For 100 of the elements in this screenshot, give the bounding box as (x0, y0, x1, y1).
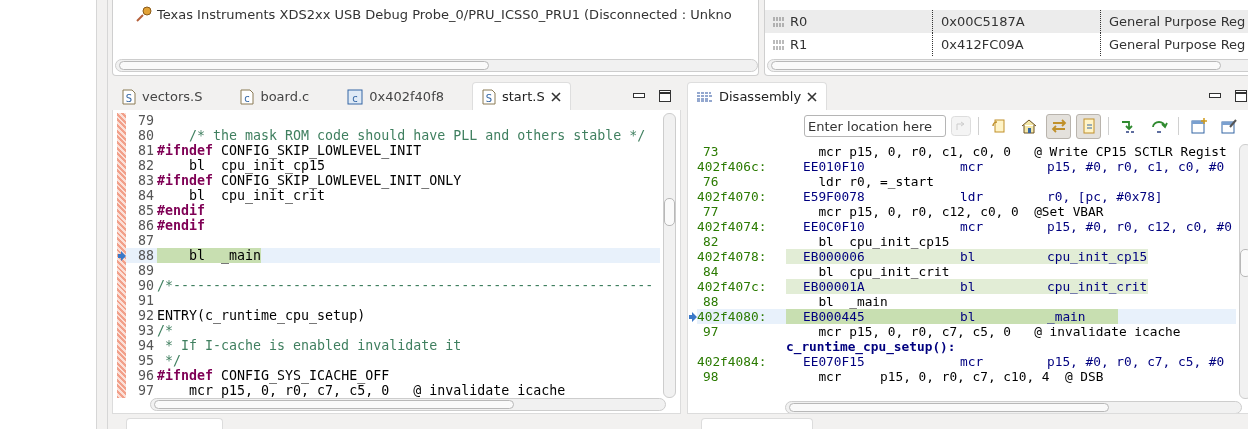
editor-tab[interactable]: c board.c (230, 82, 320, 110)
instruction-address: 402f4080: (697, 309, 768, 324)
code-line: */ (164, 353, 182, 368)
register-name: R0 (790, 14, 808, 29)
editor-tab[interactable]: c 0x402f40f8 (337, 82, 454, 110)
code-line: #endif (157, 203, 206, 218)
disconnected-plug-icon (135, 5, 153, 23)
register-value: 0x00C5187A (941, 14, 1025, 29)
close-icon (550, 91, 561, 102)
code-line: #ifndef CONFIG_SYS_ICACHE_OFF (157, 368, 390, 383)
instruction-address: 402f4078: (697, 249, 768, 264)
source-line-number: 88 (702, 294, 720, 309)
line-number: 80 (137, 128, 155, 143)
line-number: 93 (137, 323, 155, 338)
horizontal-scrollbar[interactable] (150, 398, 666, 411)
source-line: mcr p15, 0, r0, c12, c0, 0 @Set VBAR (817, 204, 1105, 219)
code-line: /*------------------------------------------------------------ (157, 278, 654, 293)
home-icon (1019, 117, 1038, 135)
line-number: 95 (137, 353, 155, 368)
source-line-number: 76 (702, 174, 720, 189)
horizontal-scrollbar[interactable] (767, 59, 1248, 72)
mnemonic: bl (960, 279, 977, 294)
code-line: ENTRY(c_runtime_cpu_setup) (157, 308, 366, 323)
register-value: 0x412FC09A (941, 37, 1024, 52)
line-number: 91 (137, 293, 155, 308)
file-icon: S (482, 88, 496, 105)
source-line: ldr r0, =_start (817, 174, 935, 189)
line-number: 96 (137, 368, 155, 383)
operands: r0, [pc, #0x78] (1047, 189, 1164, 204)
line-number: 81 (137, 143, 155, 158)
line-number: 83 (137, 173, 155, 188)
register-description: General Purpose Reg (1109, 14, 1246, 29)
instruction-pointer-icon (117, 250, 126, 261)
line-number: 85 (137, 203, 155, 218)
disassembly-tab[interactable]: Disassembly (687, 82, 828, 110)
mnemonic: mcr (960, 219, 985, 234)
opcode: E59F0078 (803, 189, 866, 204)
code-line: #ifndef CONFIG_SKIP_LOWLEVEL_INIT_ONLY (157, 173, 462, 188)
register-description: General Purpose Reg (1109, 37, 1246, 52)
register-name: R1 (790, 37, 808, 52)
disassembly-icon (697, 91, 713, 102)
opcode: EB00001A (803, 279, 866, 294)
go-icon (951, 116, 971, 136)
line-number: 84 (137, 188, 155, 203)
line-number: 79 (137, 113, 155, 128)
register-icon (773, 15, 785, 28)
opcode: EE070F15 (803, 354, 865, 369)
view-tab[interactable] (126, 418, 223, 429)
line-number: 88 (137, 248, 155, 263)
source-line-number: 77 (702, 204, 720, 219)
code-line: #ifndef CONFIG_SKIP_LOWLEVEL_INIT (157, 143, 422, 158)
minimize-icon (1209, 93, 1221, 99)
close-icon (807, 91, 818, 102)
operands: cpu_init_cp15 (1047, 249, 1148, 264)
opcode: EE010F10 (803, 159, 866, 174)
document-icon (989, 117, 1008, 135)
source-line: mcr p15, 0, r0, c7, c10, 4 @ DSB (817, 369, 1105, 384)
debug-target-label[interactable]: Texas Instruments XDS2xx USB Debug Probe_0/PRU_ICSS0_PRU1 (Disconnected : Unkno (157, 6, 732, 22)
vertical-scrollbar[interactable] (663, 113, 676, 398)
mnemonic: mcr (960, 354, 985, 369)
line-number: 92 (137, 308, 155, 323)
operands: cpu_init_crit (1047, 279, 1148, 294)
minimize-icon (633, 93, 645, 99)
code-line: * If I-cache is enabled invalidate it (164, 338, 462, 353)
line-number: 94 (137, 338, 155, 353)
window-icon (1189, 117, 1208, 135)
instruction-address: 402f4084: (697, 354, 768, 369)
file-icon: c (240, 88, 255, 105)
code-line: /* (157, 323, 173, 338)
source-line: mcr p15, 0, r0, c1, c0, 0 @ Write CP15 SCTLR Regist (817, 144, 1228, 159)
instruction-address: 402f4070: (697, 189, 768, 204)
instruction-address: 402f407c: (697, 279, 768, 294)
editor-tab[interactable]: S start.S (472, 82, 571, 110)
editor-tab[interactable]: S vectors.S (112, 82, 213, 110)
source-line: bl _main (817, 294, 889, 309)
source-line-number: 73 (702, 144, 720, 159)
source-line-number: 84 (702, 264, 720, 279)
mnemonic: mcr (960, 159, 985, 174)
source-line: bl cpu_init_cp15 (817, 234, 951, 249)
code-line: mcr p15, 0, r0, c7, c5, 0 @ invalidate icache (188, 383, 566, 398)
mnemonic: bl (960, 249, 977, 264)
horizontal-scrollbar[interactable] (115, 59, 758, 72)
window-pin-icon (1219, 117, 1238, 135)
mnemonic: bl (960, 309, 977, 324)
mnemonic: ldr (960, 189, 985, 204)
code-window-icon: c (347, 88, 364, 105)
splitter-bar[interactable] (96, 0, 108, 429)
opcode: EE0C0F10 (803, 219, 866, 234)
location-field[interactable]: Enter location here (804, 115, 946, 137)
instruction-pointer-icon (688, 311, 697, 322)
opcode: EB000445 (803, 309, 866, 324)
line-number: 90 (137, 278, 155, 293)
source-line: bl cpu_init_crit (817, 264, 951, 279)
toolbar-button[interactable] (1046, 113, 1071, 139)
view-tab[interactable] (701, 418, 813, 429)
function-label: c_runtime_cpu_setup(): (786, 339, 957, 354)
maximize-icon (1235, 90, 1247, 102)
operands: p15, #0, r0, c1, c0, #0 (1047, 159, 1226, 174)
arrows-icon (1049, 117, 1068, 135)
horizontal-scrollbar[interactable] (785, 401, 1242, 413)
